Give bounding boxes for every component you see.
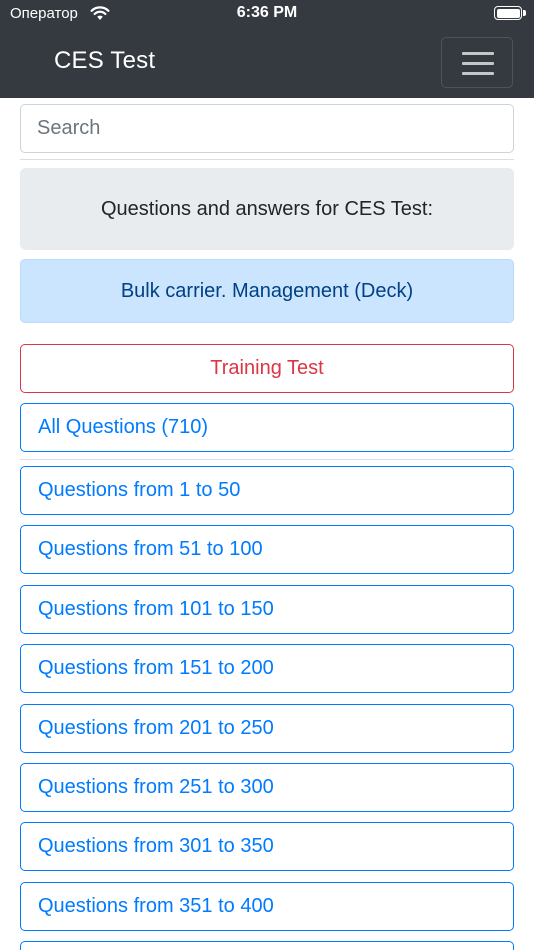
questions-range-button[interactable]: Questions from 1 to 50 — [20, 466, 514, 515]
all-questions-button[interactable]: All Questions (710) — [20, 403, 514, 452]
hamburger-menu-icon — [462, 52, 494, 55]
training-test-button[interactable]: Training Test — [20, 344, 514, 393]
menu-toggle-button[interactable] — [441, 37, 513, 88]
category-banner: Bulk carrier. Management (Deck) — [20, 259, 514, 323]
questions-range-button[interactable]: Questions from 301 to 350 — [20, 822, 514, 871]
section-header: Questions and answers for CES Test: — [20, 168, 514, 250]
questions-range-button-partial[interactable] — [20, 941, 514, 950]
navbar: CES Test — [0, 27, 534, 98]
status-bar: Оператор 6:36 PM — [0, 0, 534, 27]
section-header-text: Questions and answers for CES Test: — [100, 197, 433, 220]
category-label: Bulk carrier. Management (Deck) — [120, 279, 414, 302]
battery-nub — [523, 10, 526, 16]
questions-range-button[interactable]: Questions from 201 to 250 — [20, 704, 514, 753]
questions-range-button[interactable]: Questions from 151 to 200 — [20, 644, 514, 693]
battery-icon — [494, 6, 522, 20]
questions-range-button[interactable]: Questions from 101 to 150 — [20, 585, 514, 634]
hamburger-menu-icon — [462, 62, 494, 65]
questions-range-button[interactable]: Questions from 51 to 100 — [20, 525, 514, 574]
app-title[interactable]: CES Test — [54, 47, 155, 75]
questions-range-button[interactable]: Questions from 251 to 300 — [20, 763, 514, 812]
search-input[interactable] — [20, 104, 514, 153]
divider — [20, 459, 514, 460]
questions-range-button[interactable]: Questions from 351 to 400 — [20, 882, 514, 931]
clock: 6:36 PM — [236, 4, 298, 21]
hamburger-menu-icon — [462, 72, 494, 75]
divider — [20, 159, 514, 160]
